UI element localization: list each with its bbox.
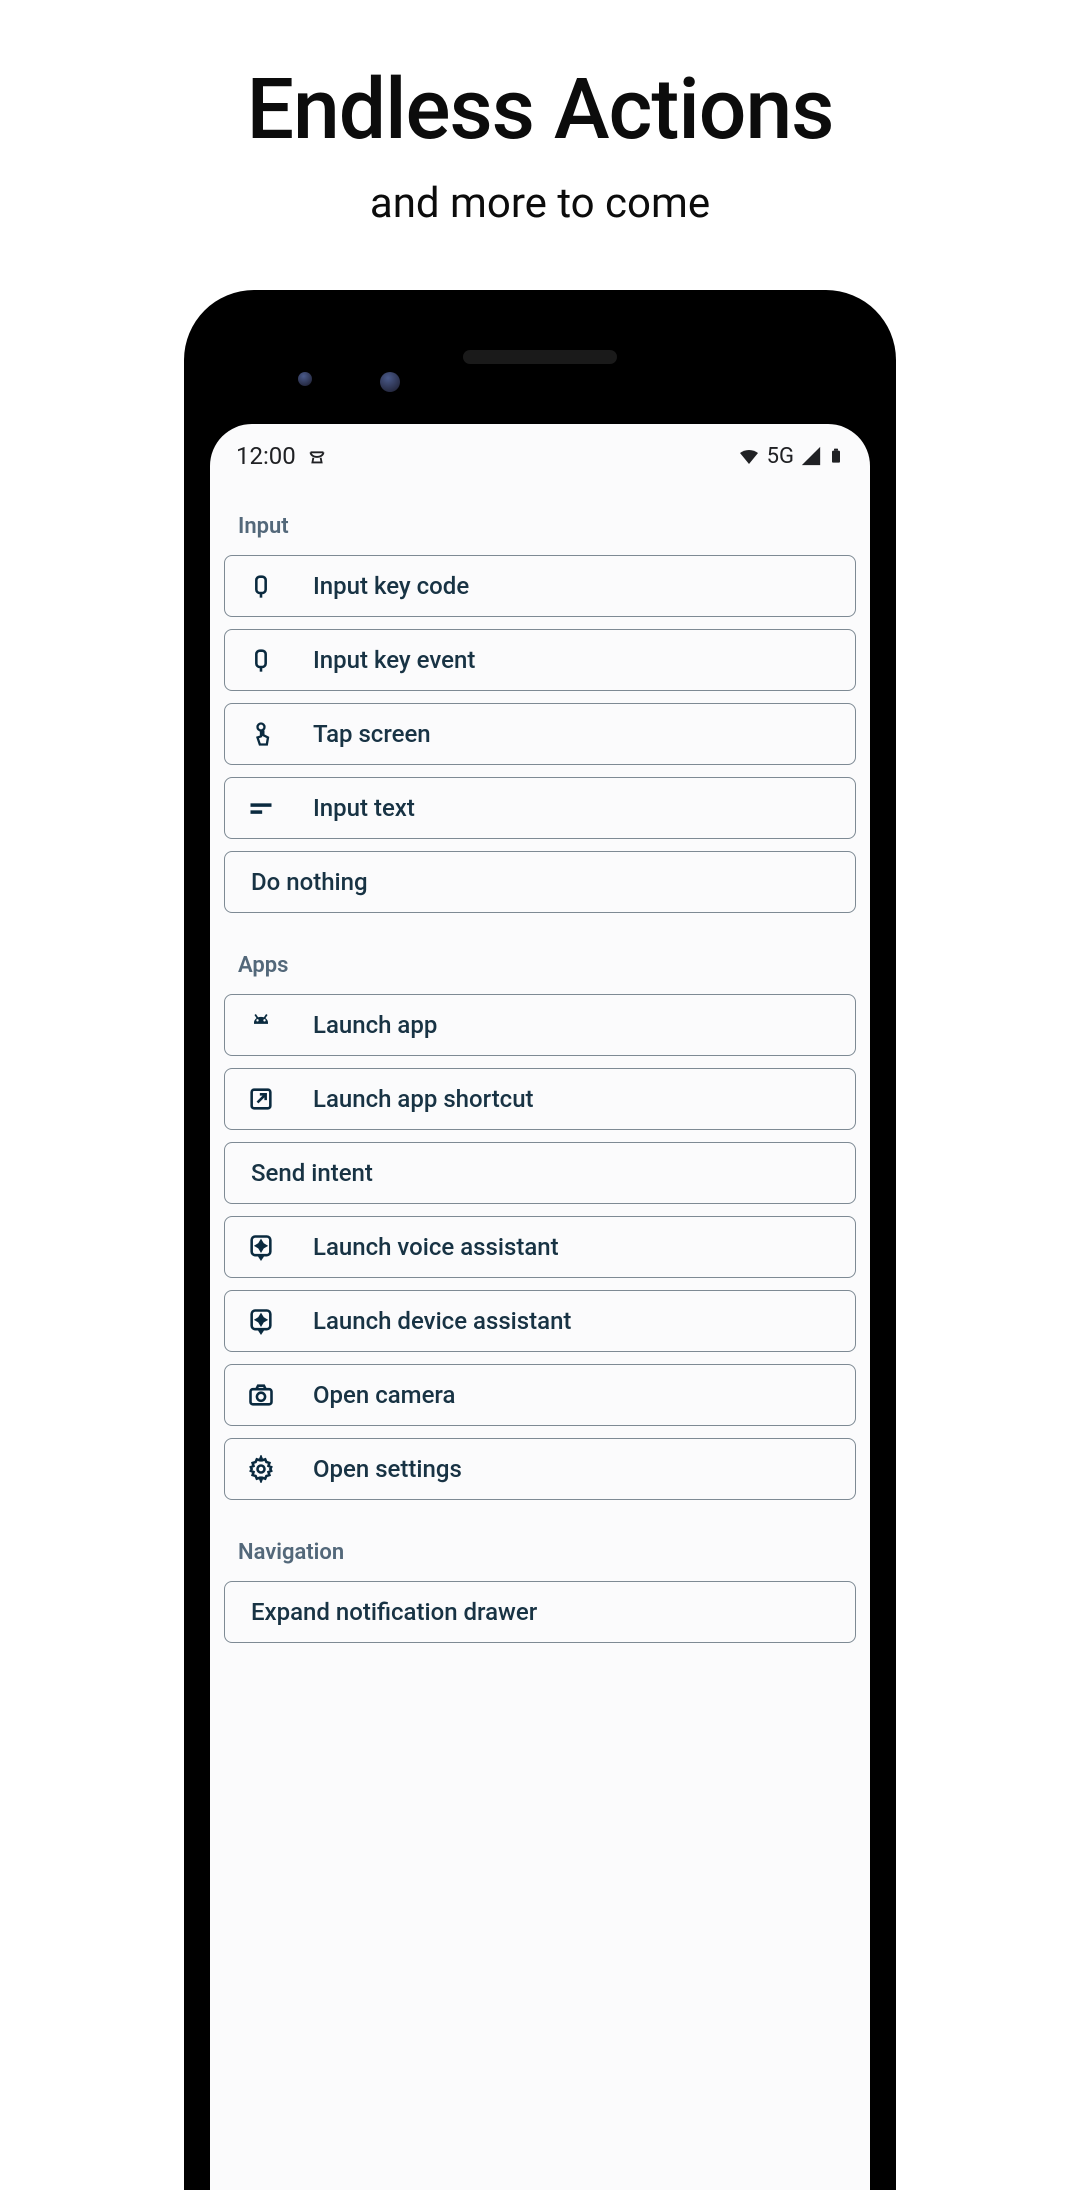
action-open-camera[interactable]: Open camera xyxy=(224,1364,856,1426)
phone-camera-1 xyxy=(298,372,312,386)
keyboard-key-icon xyxy=(247,646,297,674)
phone-earpiece xyxy=(463,350,617,364)
action-input-key-code[interactable]: Input key code xyxy=(224,555,856,617)
action-input-text[interactable]: Input text xyxy=(224,777,856,839)
action-device-assistant[interactable]: Launch device assistant xyxy=(224,1290,856,1352)
open-external-icon xyxy=(247,1085,297,1113)
touch-icon xyxy=(247,720,297,748)
action-label: Tap screen xyxy=(297,720,431,748)
phone-screen: 12:00 5G xyxy=(210,424,870,2190)
action-label: Do nothing xyxy=(247,868,368,896)
action-label: Open camera xyxy=(297,1381,455,1409)
action-label: Input text xyxy=(297,794,415,822)
action-voice-assistant[interactable]: Launch voice assistant xyxy=(224,1216,856,1278)
battery-icon xyxy=(828,444,844,468)
action-open-settings[interactable]: Open settings xyxy=(224,1438,856,1500)
action-tap-screen[interactable]: Tap screen xyxy=(224,703,856,765)
keyboard-key-icon xyxy=(247,572,297,600)
section-navigation-header: Navigation xyxy=(224,1512,856,1581)
action-send-intent[interactable]: Send intent xyxy=(224,1142,856,1204)
phone-notch xyxy=(202,308,878,424)
action-expand-notifications[interactable]: Expand notification drawer xyxy=(224,1581,856,1643)
camera-icon xyxy=(247,1381,297,1409)
action-label: Send intent xyxy=(247,1159,373,1187)
gear-icon xyxy=(247,1455,297,1483)
page-subtitle: and more to come xyxy=(0,179,1080,228)
action-label: Input key event xyxy=(297,646,475,674)
assistant-icon xyxy=(247,1233,297,1261)
status-time: 12:00 xyxy=(236,442,296,470)
action-launch-shortcut[interactable]: Launch app shortcut xyxy=(224,1068,856,1130)
status-network: 5G xyxy=(767,444,794,469)
action-label: Open settings xyxy=(297,1455,462,1483)
action-label: Launch app shortcut xyxy=(297,1085,534,1113)
action-label: Launch device assistant xyxy=(297,1307,571,1335)
status-bar: 12:00 5G xyxy=(210,424,870,480)
marketing-header: Endless Actions and more to come xyxy=(0,0,1080,228)
signal-icon xyxy=(800,445,822,467)
action-label: Launch voice assistant xyxy=(297,1233,559,1261)
text-lines-icon xyxy=(247,794,297,822)
android-icon xyxy=(247,1011,297,1039)
page-title: Endless Actions xyxy=(0,60,1080,159)
status-app-icon xyxy=(306,445,328,467)
action-launch-app[interactable]: Launch app xyxy=(224,994,856,1056)
action-do-nothing[interactable]: Do nothing xyxy=(224,851,856,913)
section-apps-header: Apps xyxy=(224,925,856,994)
action-label: Launch app xyxy=(297,1011,437,1039)
phone-camera-2 xyxy=(380,372,400,392)
action-input-key-event[interactable]: Input key event xyxy=(224,629,856,691)
content-scroll[interactable]: Input Input key code Input key event xyxy=(210,480,870,1643)
action-label: Input key code xyxy=(297,572,469,600)
phone-frame: 12:00 5G xyxy=(184,290,896,2190)
action-label: Expand notification drawer xyxy=(247,1598,537,1626)
wifi-icon xyxy=(737,444,761,468)
assistant-icon xyxy=(247,1307,297,1335)
section-input-header: Input xyxy=(224,486,856,555)
